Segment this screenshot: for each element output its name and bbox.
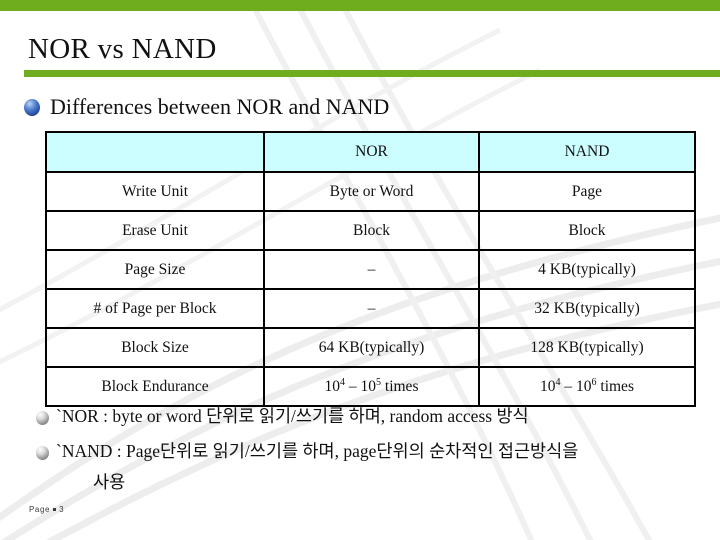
row-label-write-unit: Write Unit: [45, 171, 265, 212]
notes-list: `NOR : byte or word 단위로 읽기/쓰기를 하며, rando…: [36, 405, 720, 494]
note-text-nand-continuation: 사용: [93, 472, 126, 492]
row-label-pages-per-block: # of Page per Block: [45, 288, 265, 329]
nor-endurance-base-1: 10: [324, 377, 341, 395]
row-label-block-endurance: Block Endurance: [45, 366, 265, 407]
table-row: # of Page per Block – 32 KB(typically): [45, 288, 696, 329]
cell-nand-write-unit: Page: [478, 171, 696, 212]
table-row: Erase Unit Block Block: [45, 210, 696, 251]
list-item: `NAND : Page단위로 읽기/쓰기를 하며, page단위의 순차적인 …: [36, 440, 720, 463]
cell-nand-block-size: 128 KB(typically): [478, 327, 696, 368]
nor-endurance-base-2: 10: [360, 377, 377, 395]
cell-nand-erase-unit: Block: [478, 210, 696, 251]
page-title: NOR vs NAND: [28, 33, 217, 65]
nand-endurance-unit: times: [596, 377, 634, 395]
gray-sphere-bullet-icon: [36, 411, 49, 425]
nor-nand-comparison-table: NOR NAND Write Unit Byte or Word Page Er…: [45, 131, 696, 407]
page-number: 3: [59, 505, 65, 514]
nand-endurance-separator: –: [560, 377, 577, 395]
column-header-blank: [45, 131, 265, 173]
nand-endurance-base-1: 10: [540, 377, 556, 395]
cell-nand-page-size: 4 KB(typically): [478, 249, 696, 290]
section-heading: Differences between NOR and NAND: [24, 95, 389, 119]
row-label-page-size: Page Size: [45, 249, 265, 290]
cell-nand-pages-per-block: 32 KB(typically): [478, 288, 696, 329]
page-label: Page: [29, 505, 51, 514]
list-item: `NOR : byte or word 단위로 읽기/쓰기를 하며, rando…: [36, 405, 720, 428]
note-text-nand: `NAND : Page단위로 읽기/쓰기를 하며, page단위의 순차적인 …: [56, 441, 579, 461]
square-separator-icon: [53, 507, 57, 511]
column-header-nand: NAND: [478, 131, 696, 173]
gray-sphere-bullet-icon: [36, 446, 49, 460]
cell-nor-block-size: 64 KB(typically): [263, 327, 480, 368]
nor-endurance-separator: –: [345, 377, 361, 395]
cell-nor-erase-unit: Block: [263, 210, 480, 251]
cell-nand-block-endurance: 104 – 106 times: [478, 366, 696, 407]
top-accent-band: [0, 0, 720, 11]
note-text-nor: `NOR : byte or word 단위로 읽기/쓰기를 하며, rando…: [56, 406, 529, 426]
blue-sphere-bullet-icon: [24, 98, 40, 116]
row-label-block-size: Block Size: [45, 327, 265, 368]
cell-nor-page-size: –: [263, 249, 480, 290]
table-row: Write Unit Byte or Word Page: [45, 171, 696, 212]
table-row: Page Size – 4 KB(typically): [45, 249, 696, 290]
cell-nor-pages-per-block: –: [263, 288, 480, 329]
table-header-row: NOR NAND: [45, 131, 696, 173]
cell-nor-write-unit: Byte or Word: [263, 171, 480, 212]
nor-endurance-unit: times: [381, 377, 419, 395]
nand-endurance-base-2: 10: [576, 377, 592, 395]
title-underline-rule: [24, 70, 720, 77]
cell-nor-block-endurance: 104 – 105 times: [263, 366, 480, 407]
table-row: Block Size 64 KB(typically) 128 KB(typic…: [45, 327, 696, 368]
row-label-erase-unit: Erase Unit: [45, 210, 265, 251]
column-header-nor: NOR: [263, 131, 480, 173]
section-heading-label: Differences between NOR and NAND: [50, 94, 390, 119]
table-row: Block Endurance 104 – 105 times 104 – 10…: [45, 366, 696, 407]
page-number-footer: Page 3: [29, 505, 64, 514]
